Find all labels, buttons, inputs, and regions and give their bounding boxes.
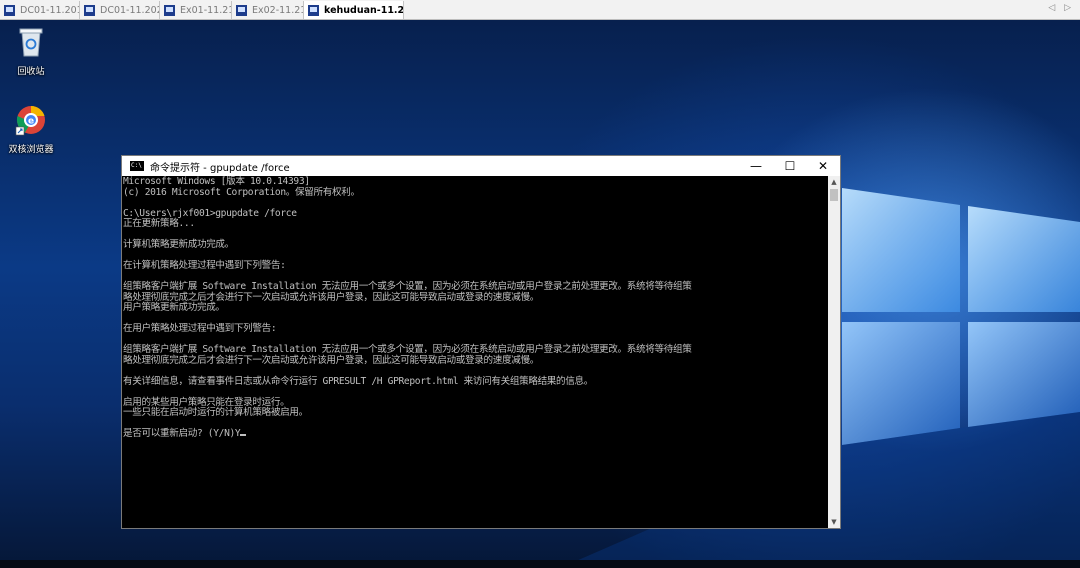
remote-desktop-icon: [236, 4, 247, 16]
console-output-area[interactable]: Microsoft Windows [版本 10.0.14393] (c) 20…: [122, 176, 828, 528]
tab-ex02-212[interactable]: Ex02-11.212: [232, 1, 304, 19]
console-line: 计算机策略更新成功完成。: [123, 239, 234, 250]
recycle-bin-label: 回收站: [17, 67, 45, 77]
console-line: 在用户策略处理过程中遇到下列警告:: [123, 323, 277, 334]
tab-label: Ex02-11.212: [252, 4, 303, 16]
tab-label: DC01-11.202: [100, 4, 160, 16]
remote-desktop-icon: [4, 4, 15, 16]
console-line: 正在更新策略...: [123, 218, 195, 229]
scroll-up-icon[interactable]: ▲: [828, 176, 840, 188]
remote-desktop-icon: [84, 4, 95, 16]
console-line: 一些只能在启动时运行的计算机策略被启用。: [123, 407, 308, 418]
window-title: 命令提示符 - gpupdate /force: [150, 162, 290, 174]
console-line: 有关详细信息，请查看事件日志或从命令行运行 GPRESULT /H GPRepo…: [123, 375, 594, 387]
console-line: 略处理彻底完成之后才会进行下一次启动或允许该用户登录，因此这可能导致启动或登录的…: [123, 291, 539, 303]
vertical-scrollbar[interactable]: ▲ ▼: [828, 176, 840, 528]
svg-text:e: e: [28, 117, 34, 127]
console-line: 组策略客户端扩展 Software Installation 无法应用一个或多个…: [123, 344, 692, 355]
minimize-button[interactable]: —: [739, 156, 773, 176]
remote-desktop-icon: [164, 4, 175, 16]
tab-dc01-201[interactable]: DC01-11.201: [0, 1, 80, 19]
console-line: 用户策略更新成功完成。: [123, 302, 225, 313]
close-button[interactable]: ✕: [806, 156, 840, 176]
recycle-bin-icon: [19, 28, 43, 57]
text-cursor: [240, 434, 247, 436]
taskbar: [0, 560, 1080, 568]
console-text: Microsoft Windows [版本 10.0.14393] (c) 20…: [122, 176, 828, 440]
maximize-button[interactable]: ☐: [773, 156, 807, 176]
tab-label: Ex01-11.211: [180, 4, 231, 16]
console-line: 在计算机策略处理过程中遇到下列警告:: [123, 260, 286, 271]
tab-scroll-arrows-icon[interactable]: ◁ ▷: [1048, 3, 1074, 13]
tab-ex01-211[interactable]: Ex01-11.211: [160, 1, 232, 19]
remote-desktop-icon: [308, 4, 319, 16]
window-title-bar[interactable]: C:\ 命令提示符 - gpupdate /force — ☐ ✕: [122, 156, 840, 176]
desktop-icon-recycle-bin[interactable]: 回收站: [1, 26, 61, 77]
command-prompt-window[interactable]: C:\ 命令提示符 - gpupdate /force — ☐ ✕ Micros…: [121, 155, 841, 529]
scroll-thumb[interactable]: [830, 189, 838, 201]
tab-dc01-202[interactable]: DC01-11.202: [80, 1, 160, 19]
browser-label: 双核浏览器: [8, 145, 54, 155]
console-line: (c) 2016 Microsoft Corporation。保留所有权利。: [123, 186, 360, 198]
console-line: Microsoft Windows [版本 10.0.14393]: [123, 176, 310, 187]
desktop: 回收站 e 双核浏览器 C:\ 命令提示符 - gpupdate /force …: [0, 20, 1080, 568]
console-line: 启用的某些用户策略只能在登录时运行。: [123, 396, 290, 408]
tab-label: DC01-11.201: [20, 4, 80, 16]
command-prompt-icon: C:\: [130, 161, 144, 171]
console-line: C:\Users\rjxf001>gpupdate /force: [123, 207, 297, 219]
scroll-down-icon[interactable]: ▼: [828, 516, 840, 528]
browser-icon: e: [15, 105, 45, 136]
console-line: 是否可以重新启动? (Y/N)Y: [123, 428, 241, 439]
tab-label: kehuduan-11.231: [324, 4, 404, 16]
desktop-icon-browser[interactable]: e 双核浏览器: [1, 104, 61, 155]
console-line: 组策略客户端扩展 Software Installation 无法应用一个或多个…: [123, 281, 692, 292]
tab-kehuduan-231[interactable]: kehuduan-11.231: [304, 1, 404, 19]
console-line: 略处理彻底完成之后才会进行下一次启动或允许该用户登录，因此这可能导致启动或登录的…: [123, 354, 539, 366]
remote-session-tab-bar: DC01-11.201 DC01-11.202 Ex01-11.211 Ex02…: [0, 0, 1080, 20]
